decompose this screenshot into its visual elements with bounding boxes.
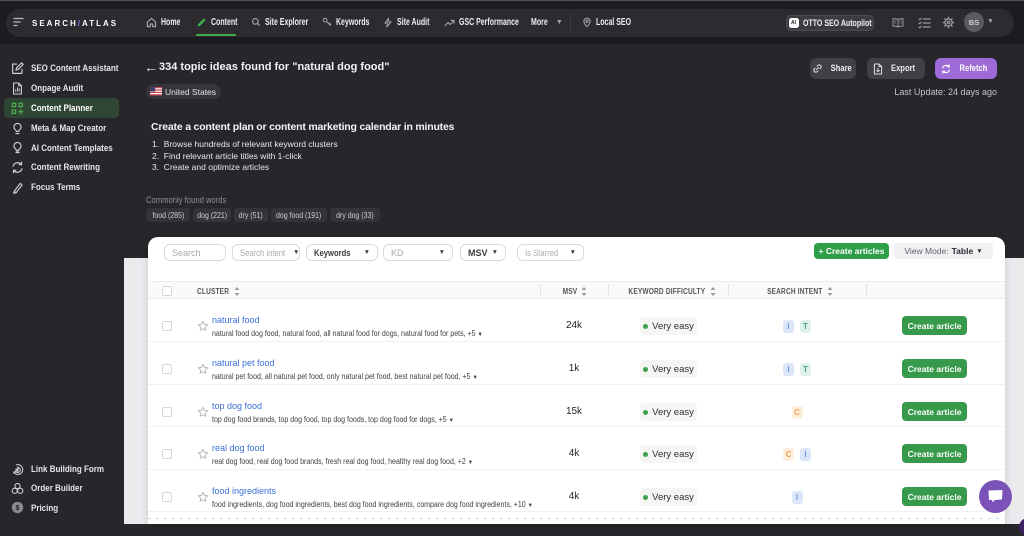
svg-text:$: $	[15, 503, 19, 512]
